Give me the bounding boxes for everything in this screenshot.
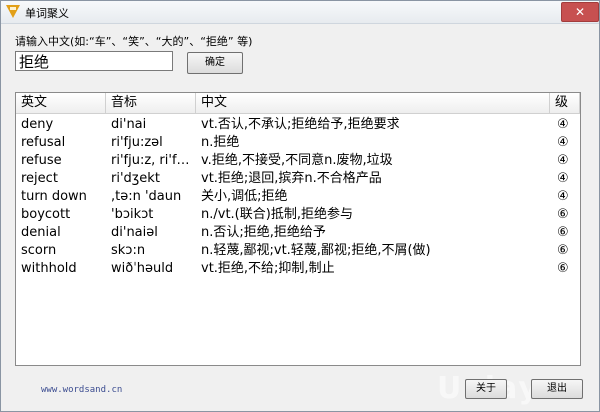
results-table: 英文 音标 中文 级 deny di'nai vt.否认,不承认;拒绝给予,拒绝… [15,92,581,366]
title-bar[interactable]: 单词聚义 ✕ [1,1,599,24]
about-button[interactable]: 关于 [465,379,507,399]
cell-phonetic: di'naiəl [111,225,158,240]
website-link[interactable]: www.wordsand.cn [41,385,122,395]
table-row[interactable]: refusal ri'fju:zəl n.拒绝 ④ [16,134,580,152]
cell-phonetic: ri'fju:z, ri'f… [111,153,190,168]
cell-phonetic: ri'fju:zəl [111,135,163,150]
table-row[interactable]: scorn skɔ:n n.轻蔑,鄙视;vt.轻蔑,鄙视;拒绝,不屑(做) ⑥ [16,242,580,260]
header-english[interactable]: 英文 [16,93,106,113]
cell-english: denial [21,225,61,240]
cell-phonetic: di'nai [111,117,147,132]
cell-english: refusal [21,135,66,150]
header-chinese[interactable]: 中文 [196,93,550,113]
cell-level: ⑥ [557,207,569,222]
cell-level: ④ [557,171,569,186]
cell-english: turn down [21,189,87,204]
cell-phonetic: ri'dʒekt [111,171,160,186]
cell-chinese: n./vt.(联合)抵制,拒绝参与 [201,207,353,222]
cell-phonetic: wiðˈhəuld [111,261,174,276]
cell-chinese: n.否认;拒绝,拒绝给予 [201,225,326,240]
table-row[interactable]: denial di'naiəl n.否认;拒绝,拒绝给予 ⑥ [16,224,580,242]
close-icon: ✕ [574,5,586,19]
cell-chinese: vt.拒绝,不给;抑制,制止 [201,261,335,276]
cell-phonetic: ,tə:n 'daun [111,189,182,204]
table-row[interactable]: reject ri'dʒekt vt.拒绝;退回,摈弃n.不合格产品 ④ [16,170,580,188]
app-logo-icon [6,5,20,18]
table-row[interactable]: boycott 'bɔikɔt n./vt.(联合)抵制,拒绝参与 ⑥ [16,206,580,224]
cell-level: ⑥ [557,225,569,240]
cell-phonetic: skɔ:n [111,243,146,258]
table-row[interactable]: turn down ,tə:n 'daun 关小,调低;拒绝 ④ [16,188,580,206]
cell-english: withhold [21,261,77,276]
cell-english: reject [21,171,58,186]
cell-chinese: n.轻蔑,鄙视;vt.轻蔑,鄙视;拒绝,不屑(做) [201,243,431,258]
ok-button[interactable]: 确定 [187,52,243,74]
cell-english: deny [21,117,54,132]
cell-english: scorn [21,243,57,258]
input-prompt-label: 请输入中文(如:“车”、“笑”、“大的”、“拒绝” 等) [15,35,253,48]
cell-english: refuse [21,153,62,168]
cell-level: ④ [557,189,569,204]
header-phonetic[interactable]: 音标 [106,93,196,113]
cell-chinese: vt.否认,不承认;拒绝给予,拒绝要求 [201,117,400,132]
exit-button[interactable]: 退出 [531,379,583,399]
window-close-button[interactable]: ✕ [561,2,599,22]
cell-level: ④ [557,153,569,168]
cell-level: ⑥ [557,261,569,276]
table-header: 英文 音标 中文 级 [16,93,580,114]
main-window: 单词聚义 ✕ 请输入中文(如:“车”、“笑”、“大的”、“拒绝” 等) 确定 英… [0,0,600,412]
table-row[interactable]: deny di'nai vt.否认,不承认;拒绝给予,拒绝要求 ④ [16,116,580,134]
cell-chinese: 关小,调低;拒绝 [201,189,288,204]
cell-phonetic: 'bɔikɔt [111,207,154,222]
table-row[interactable]: withhold wiðˈhəuld vt.拒绝,不给;抑制,制止 ⑥ [16,260,580,278]
table-row[interactable]: refuse ri'fju:z, ri'f… v.拒绝,不接受,不同意n.废物,… [16,152,580,170]
cell-english: boycott [21,207,71,222]
window-title: 单词聚义 [25,7,69,20]
chinese-word-input[interactable] [15,51,173,71]
header-level[interactable]: 级 [550,93,580,113]
cell-chinese: n.拒绝 [201,135,240,150]
cell-level: ④ [557,135,569,150]
cell-chinese: vt.拒绝;退回,摈弃n.不合格产品 [201,171,382,186]
cell-chinese: v.拒绝,不接受,不同意n.废物,垃圾 [201,153,393,168]
cell-level: ④ [557,117,569,132]
cell-level: ⑥ [557,243,569,258]
